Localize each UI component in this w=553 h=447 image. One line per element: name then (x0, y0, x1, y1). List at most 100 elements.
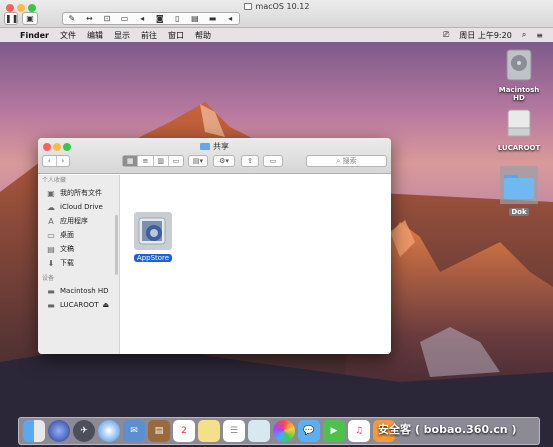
tags-button[interactable]: ▭ (263, 155, 283, 167)
search-field[interactable]: ⌕ 搜索 (306, 155, 387, 167)
pause-button[interactable]: ❚❚ (4, 12, 18, 25)
app-store-icon (134, 212, 172, 250)
finder-window: 共享 ‹ › ▦ ≡ ▥ ▭ ▤▾ ⚙▾ ⇪ ▭ ⌕ 搜索 个人收藏 ▣ 我的所有… (38, 138, 391, 354)
share-icon: ⇪ (247, 157, 253, 165)
maps-dock-icon[interactable] (248, 420, 270, 442)
vm-device-tools: ✎ ↔ ⊡ ▭ ◂ ◙ ▯ ▤ ▬ ◂ (62, 12, 240, 25)
screen-button[interactable]: ▣ (22, 12, 38, 25)
safari-dock-icon[interactable]: ✧ (98, 420, 120, 442)
gear-icon: ⚙▾ (219, 157, 229, 165)
menu-go[interactable]: 前往 (141, 30, 157, 41)
folder-icon (200, 143, 210, 150)
sidebar-item-desktop[interactable]: ▭ 桌面 (38, 228, 119, 242)
arrange-button[interactable]: ▤▾ (188, 155, 208, 167)
grid-icon: ▤▾ (192, 157, 204, 165)
menu-file[interactable]: 文件 (60, 30, 76, 41)
photos-dock-icon[interactable] (273, 420, 295, 442)
menu-clock[interactable]: 周日 上午9:20 (459, 30, 512, 41)
action-button[interactable]: ⚙▾ (213, 155, 235, 167)
search-icon[interactable]: ⌕ (522, 30, 526, 40)
menu-window[interactable]: 窗口 (168, 30, 184, 41)
arrows-icon[interactable]: ↔ (82, 14, 96, 23)
usb-icon[interactable]: ⊡ (100, 14, 114, 23)
back-forward-control: ‹ › (42, 155, 70, 167)
launchpad-dock-icon[interactable]: ✈ (73, 420, 95, 442)
sidebar-item-documents[interactable]: ▤ 文稿 (38, 242, 119, 256)
mail-dock-icon[interactable]: ✉ (123, 420, 145, 442)
devices-header: 设备 (42, 275, 55, 282)
reminders-dock-icon[interactable]: ☰ (223, 420, 245, 442)
menu-bar: Finder 文件 编辑 显示 前往 窗口 帮助 ⎚ 周日 上午9:20 ⌕ ≡ (0, 28, 553, 42)
desktop-icon-label: Macintosh HD (498, 86, 540, 102)
desktop-icon: ▭ (47, 230, 55, 240)
share-button[interactable]: ⇪ (241, 155, 259, 167)
desktop-icon-label: LUCAROOT (497, 144, 541, 152)
facetime-dock-icon[interactable]: ▶ (323, 420, 345, 442)
finder-content[interactable]: AppStore (121, 175, 391, 354)
screen-icon: ▣ (26, 14, 34, 23)
gallery-view-button[interactable]: ▭ (167, 156, 183, 166)
sidebar-item-downloads[interactable]: ⬇ 下载 (38, 256, 119, 270)
contacts-dock-icon[interactable]: ▤ (148, 420, 170, 442)
sidebar-scrollbar[interactable] (115, 215, 118, 275)
drive-icon[interactable]: ▭ (118, 14, 132, 23)
folder-icon[interactable]: ▬ (206, 14, 220, 23)
hard-drive-icon (506, 49, 532, 81)
vm-window-title: macOS 10.12 (0, 2, 553, 11)
downloads-icon: ⬇ (47, 258, 55, 268)
list-icon[interactable]: ≡ (536, 31, 543, 40)
cloud-icon: ☁ (47, 202, 55, 212)
sidebar-item-lucaroot[interactable]: ▬ LUCAROOT ⏏ (38, 298, 119, 312)
external-drive-icon: ▬ (47, 300, 55, 310)
folder-icon (500, 166, 538, 204)
file-item-appstore[interactable]: AppStore (133, 212, 173, 262)
documents-icon: ▤ (47, 244, 55, 254)
finder-titlebar: 共享 ‹ › ▦ ≡ ▥ ▭ ▤▾ ⚙▾ ⇪ ▭ ⌕ 搜索 (38, 138, 391, 174)
favorites-header: 个人收藏 (42, 177, 67, 184)
column-view-button[interactable]: ▥ (152, 156, 168, 166)
siri-dock-icon[interactable] (48, 420, 70, 442)
finder-sidebar: 个人收藏 ▣ 我的所有文件 ☁ iCloud Drive A 应用程序 ▭ 桌面 ▤ 文稿… (38, 175, 120, 354)
list-view-button[interactable]: ≡ (137, 156, 152, 166)
desktop-icon-dok[interactable]: Dok (491, 166, 547, 216)
menu-app-finder[interactable]: Finder (20, 31, 49, 40)
speaker-icon[interactable]: ◂ (135, 14, 149, 23)
desktop-icon-label: Dok (509, 208, 529, 216)
pause-icon: ❚❚ (5, 14, 19, 23)
calendar-dock-icon[interactable]: 2 (173, 420, 195, 442)
itunes-dock-icon[interactable]: ♫ (348, 420, 370, 442)
phone-icon[interactable]: ▯ (170, 14, 184, 23)
file-item-label: AppStore (133, 254, 173, 262)
display-icon[interactable]: ⎚ (443, 30, 449, 40)
left-arrow-icon[interactable]: ◂ (223, 14, 237, 23)
icon-view-button[interactable]: ▦ (123, 156, 138, 166)
sidebar-item-applications[interactable]: A 应用程序 (38, 214, 119, 228)
lock-icon[interactable]: ▤ (188, 14, 202, 23)
sidebar-item-icloud[interactable]: ☁ iCloud Drive (38, 200, 119, 214)
sidebar-item-all-files[interactable]: ▣ 我的所有文件 (38, 186, 119, 200)
finder-dock-icon[interactable] (23, 420, 45, 442)
sidebar-item-macintosh-hd[interactable]: ▬ Macintosh HD (38, 284, 119, 298)
hard-drive-icon: ▬ (47, 286, 55, 296)
all-files-icon: ▣ (47, 188, 55, 198)
back-button[interactable]: ‹ (43, 156, 56, 166)
watermark-text: 安全客 ( bobao.360.cn ) (378, 423, 517, 436)
notes-dock-icon[interactable] (198, 420, 220, 442)
eject-icon[interactable]: ⏏ (103, 301, 110, 309)
vm-title-icon (243, 3, 252, 10)
menu-view[interactable]: 显示 (114, 30, 130, 41)
desktop-icon-lucaroot[interactable]: LUCAROOT (491, 106, 547, 152)
tag-icon: ▭ (269, 157, 277, 165)
camera-icon[interactable]: ◙ (153, 14, 167, 23)
wrench-icon[interactable]: ✎ (65, 14, 79, 23)
messages-dock-icon[interactable]: 💬 (298, 420, 320, 442)
menu-edit[interactable]: 编辑 (87, 30, 103, 41)
vm-toolbar: macOS 10.12 ❚❚ ▣ ✎ ↔ ⊡ ▭ ◂ ◙ ▯ ▤ ▬ ◂ (0, 0, 553, 28)
menu-help[interactable]: 帮助 (195, 30, 211, 41)
view-mode-control: ▦ ≡ ▥ ▭ (122, 155, 184, 167)
external-drive-icon (507, 109, 531, 137)
desktop-icon-macintosh-hd[interactable]: Macintosh HD (491, 48, 547, 102)
finder-title: 共享 (38, 141, 391, 152)
applications-icon: A (48, 216, 54, 226)
forward-button[interactable]: › (55, 156, 70, 166)
